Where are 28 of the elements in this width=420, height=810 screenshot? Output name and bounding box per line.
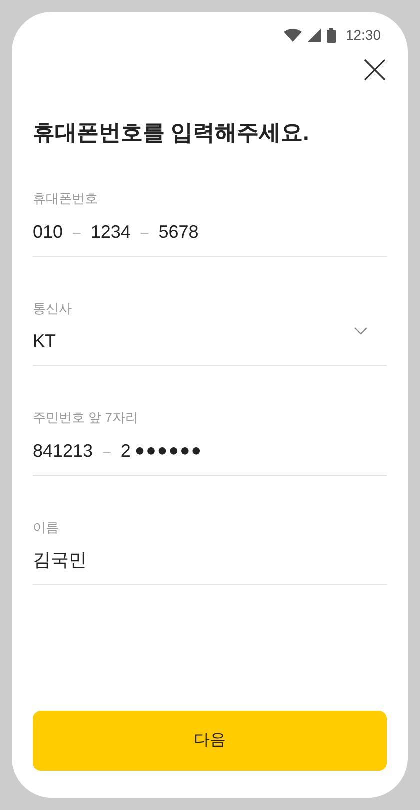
dash-separator: – [140, 222, 150, 242]
gender-digit: 2 [120, 440, 131, 462]
close-button[interactable] [363, 58, 387, 82]
page-title: 휴대폰번호를 입력해주세요. [33, 119, 310, 147]
battery-icon [326, 28, 336, 43]
name-field[interactable]: 김국민 [33, 547, 387, 585]
dash-separator: – [72, 222, 82, 242]
phone-number-part: 010 [33, 220, 64, 244]
selected-carrier: KT [33, 330, 56, 353]
field-label: 휴대폰번호 [33, 190, 99, 208]
chevron-down-icon [354, 326, 368, 334]
carrier-select[interactable]: KT [33, 328, 387, 366]
masked-digits: ●●●●●● [134, 440, 202, 462]
resident-number-field[interactable]: 841213 – 2 ●●●●●● [33, 438, 387, 476]
birth-date-digits: 841213 [33, 440, 94, 462]
dash-separator: – [102, 442, 112, 460]
close-icon [364, 59, 386, 81]
field-label: 통신사 [33, 300, 73, 318]
phone-number-field[interactable]: 010 – 1234 – 5678 [33, 218, 387, 256]
next-button[interactable]: 다음 [33, 711, 387, 771]
signal-icon [308, 29, 321, 42]
name-value: 김국민 [33, 549, 87, 572]
field-label: 주민번호 앞 7자리 [33, 409, 140, 427]
status-time: 12:30 [346, 26, 381, 45]
field-label: 이름 [33, 518, 60, 536]
phone-number-part: 5678 [158, 220, 199, 244]
wifi-icon [284, 29, 302, 42]
phone-number-part: 1234 [90, 220, 131, 244]
